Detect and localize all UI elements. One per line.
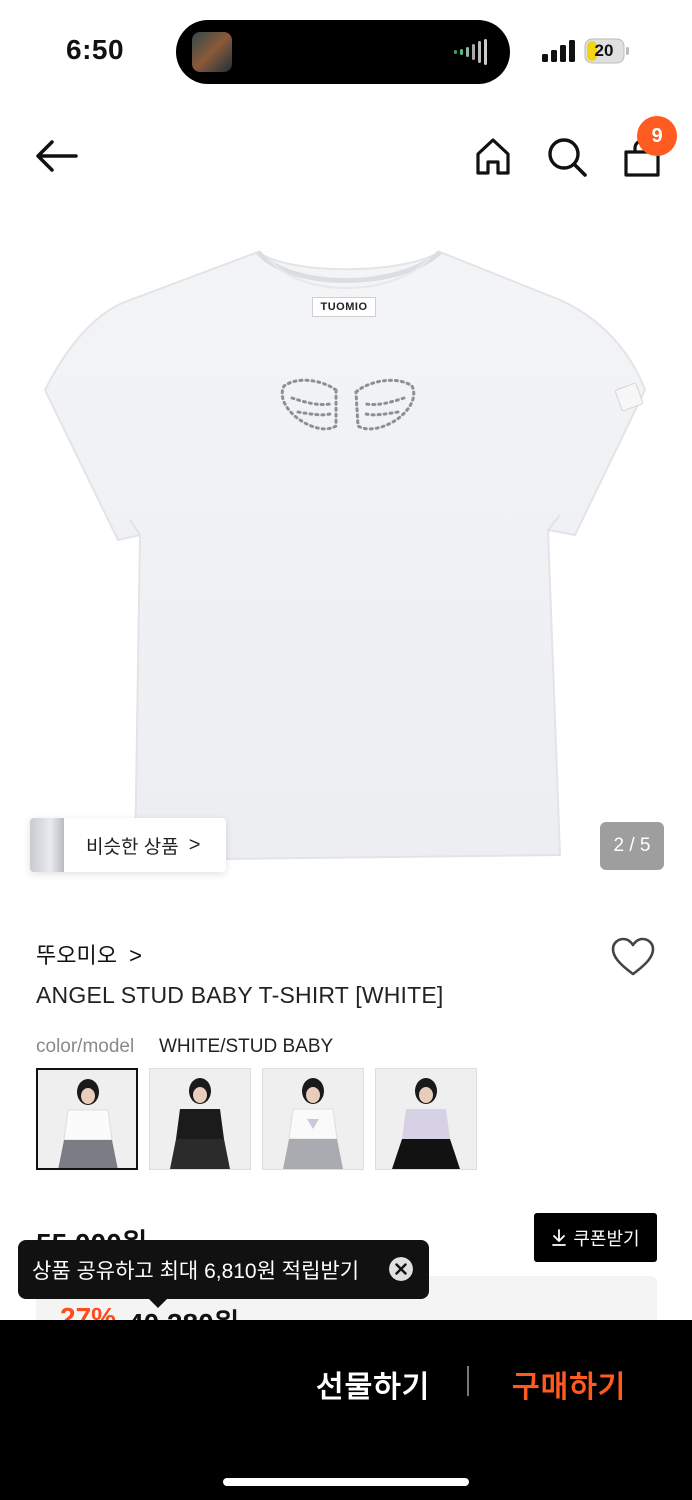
color-model-value: WHITE/STUD BABY [159, 1036, 334, 1057]
buy-button[interactable]: 구매하기 [512, 1362, 626, 1406]
similar-products-label: 비슷한 상품 [86, 836, 179, 858]
variant-black-tee[interactable] [149, 1068, 251, 1170]
brand-link[interactable]: 뚜오미오 > [36, 938, 142, 970]
share-reward-tooltip: 상품 공유하고 최대 6,810원 적립받기 [18, 1240, 429, 1299]
chevron-right-icon: > [129, 943, 142, 968]
color-model-label: color/model [36, 1036, 135, 1057]
similar-products-button[interactable]: 비슷한 상품 > [30, 818, 226, 872]
image-page-indicator: 2 / 5 [600, 822, 664, 870]
variant-white-graphic-tee[interactable] [262, 1068, 364, 1170]
brand-name: 뚜오미오 [36, 943, 117, 968]
variant-lavender-tee[interactable] [375, 1068, 477, 1170]
wishlist-heart-icon[interactable] [610, 936, 656, 978]
tooltip-text: 상품 공유하고 최대 6,810원 적립받기 [32, 1259, 360, 1283]
search-icon[interactable] [546, 136, 588, 178]
now-playing-thumbnail [192, 32, 232, 72]
bottom-divider [467, 1366, 469, 1396]
chevron-right-icon: > [188, 833, 201, 856]
status-bar: 6:50 20 [0, 0, 692, 100]
battery-icon: 20 [584, 38, 630, 64]
coupon-label: 쿠폰받기 [573, 1228, 640, 1249]
coupon-download-button[interactable]: 쿠폰받기 [534, 1213, 657, 1262]
brand-neck-label: TUOMIO [312, 297, 376, 317]
cellular-signal-icon [542, 40, 575, 62]
similar-product-thumbnail [30, 818, 64, 872]
product-title: ANGEL STUD BABY T-SHIRT [WHITE] [36, 982, 444, 1008]
bottom-action-bar [0, 1320, 692, 1500]
back-arrow-icon[interactable] [34, 138, 78, 174]
cart-count-badge: 9 [637, 116, 677, 156]
gift-button[interactable]: 선물하기 [316, 1362, 430, 1406]
audio-wave-icon [454, 39, 487, 65]
color-variant-list [36, 1068, 477, 1170]
variant-white-tee[interactable] [36, 1068, 138, 1170]
tooltip-arrow [146, 1296, 170, 1308]
battery-level: 20 [594, 41, 614, 60]
download-icon [552, 1228, 567, 1246]
top-nav [0, 120, 692, 196]
home-indicator[interactable] [223, 1478, 469, 1486]
home-icon[interactable] [474, 136, 512, 176]
dynamic-island[interactable] [176, 20, 510, 84]
close-icon[interactable] [389, 1257, 413, 1281]
status-time: 6:50 [66, 34, 125, 65]
